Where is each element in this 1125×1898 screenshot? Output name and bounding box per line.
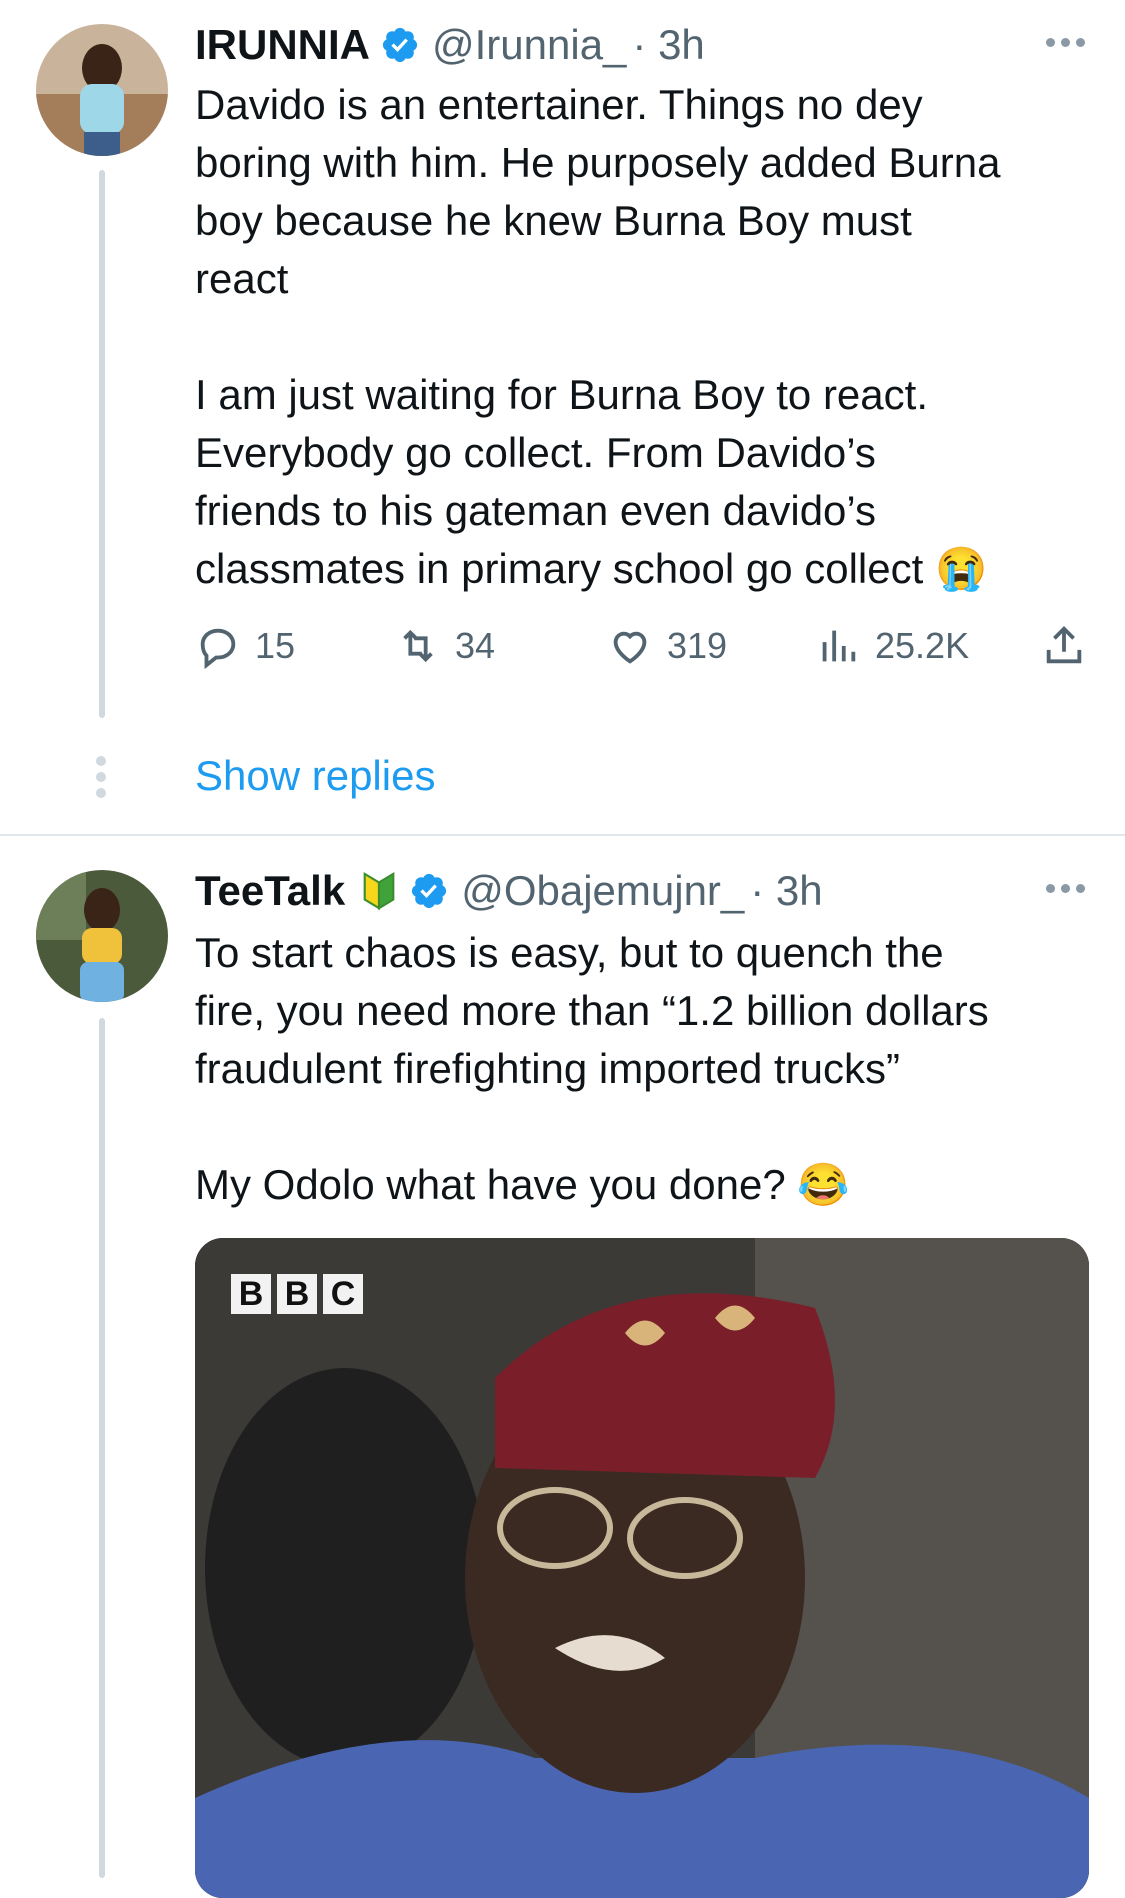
beginner-mark-icon [363,871,395,911]
text-line: My Odolo what have you done? 😂 [195,1161,850,1208]
text-line: fraudulent firefighting imported trucks” [195,1045,900,1092]
more-icon[interactable] [1025,22,1085,62]
tweet-text: Davido is an entertainer. Things no dey … [195,76,1095,598]
tweet-teetalk[interactable]: TeeTalk @Obajemujnr_ · 3h To start chaos… [0,838,1125,1898]
media-photo [195,1238,1089,1898]
bbc-letter: B [231,1274,271,1314]
tweet-actions: 15 34 319 25.2K [195,616,1095,676]
thread-dots [96,756,108,804]
retweet-count: 34 [455,625,496,666]
display-name[interactable]: IRUNNIA [195,21,370,69]
show-replies-link[interactable]: Show replies [195,752,435,800]
text-line: Everybody go collect. From Davido’s [195,429,876,476]
display-name[interactable]: TeeTalk [195,867,345,915]
handle[interactable]: @Obajemujnr_ [461,867,744,915]
reply-icon [200,628,236,669]
like-icon [613,631,647,664]
text-line: boy because he knew Burna Boy must [195,197,912,244]
bbc-logo: B B C [231,1274,363,1314]
timestamp[interactable]: · 3h [632,21,704,69]
more-icon[interactable] [1025,868,1085,908]
like-button[interactable]: 319 [607,616,727,676]
text-line: friends to his gateman even davido’s [195,487,876,534]
share-icon [1046,626,1082,664]
tweet-irunnia[interactable]: IRUNNIA @Irunnia_ · 3h Davido is an ente… [0,0,1125,830]
tweet-media-image[interactable]: B B C [195,1238,1089,1898]
retweet-button[interactable]: 34 [395,616,495,676]
avatar-irunnia[interactable] [36,24,168,156]
avatar-teetalk[interactable] [36,870,168,1002]
text-line: fire, you need more than “1.2 billion do… [195,987,989,1034]
text-line: To start chaos is easy, but to quench th… [195,929,944,976]
share-button[interactable] [1041,616,1101,676]
reply-button[interactable]: 15 [195,616,295,676]
text-line: react [195,255,289,302]
thread-line [99,170,105,718]
bbc-letter: B [277,1274,317,1314]
text-line: boring with him. He purposely added Burn… [195,139,1001,186]
views-icon [822,630,856,662]
views-count: 25.2K [875,625,970,666]
like-count: 319 [667,625,728,666]
tweet-text: To start chaos is easy, but to quench th… [195,924,1095,1214]
verified-badge-icon [412,873,447,909]
verified-badge-icon [382,27,418,63]
retweet-icon [403,629,433,663]
tweet-header: TeeTalk @Obajemujnr_ · 3h [195,864,1085,918]
text-line: Davido is an entertainer. Things no dey [195,81,923,128]
tweet-header: IRUNNIA @Irunnia_ · 3h [195,18,1085,72]
reply-count: 15 [255,625,296,666]
text-line: classmates in primary school go collect … [195,545,988,592]
text-line: I am just waiting for Burna Boy to react… [195,371,928,418]
views-button[interactable]: 25.2K [815,616,969,676]
thread-line [99,1018,105,1878]
timestamp[interactable]: · 3h [750,867,822,915]
bbc-letter: C [323,1274,363,1314]
divider [0,834,1125,836]
handle[interactable]: @Irunnia_ [432,21,626,69]
